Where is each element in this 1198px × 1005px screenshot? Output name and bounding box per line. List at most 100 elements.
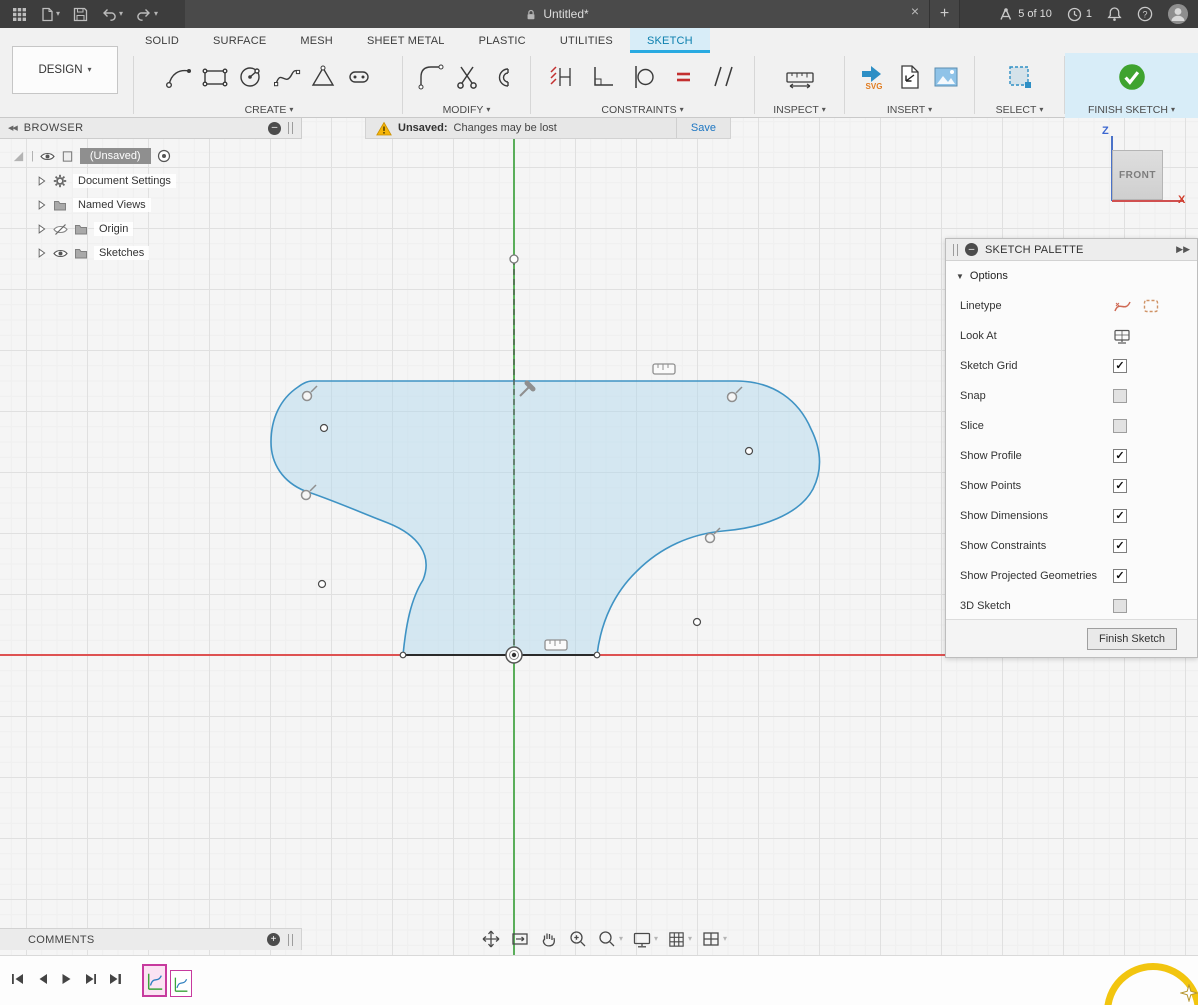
polygon-tool-icon[interactable] bbox=[308, 62, 338, 92]
tab-utilities[interactable]: UTILITIES bbox=[543, 28, 630, 53]
show-dimensions-checkbox[interactable] bbox=[1113, 509, 1127, 523]
sketch-dimension-icon[interactable] bbox=[548, 62, 578, 92]
equal-constraint-icon[interactable] bbox=[668, 62, 698, 92]
step-back-icon[interactable] bbox=[36, 972, 49, 986]
show-constraints-checkbox[interactable] bbox=[1113, 539, 1127, 553]
look-at-icon[interactable] bbox=[1113, 328, 1131, 345]
tree-item-label[interactable]: Sketches bbox=[94, 246, 149, 260]
skip-to-end-icon[interactable] bbox=[108, 972, 123, 986]
browser-row-document-settings[interactable]: Document Settings bbox=[36, 171, 176, 191]
comments-bar[interactable]: COMMENTS + bbox=[0, 928, 302, 950]
browser-root-row[interactable]: | (Unsaved) bbox=[12, 146, 171, 166]
tab-sheet-metal[interactable]: SHEET METAL bbox=[350, 28, 462, 53]
tangent-constraint-tool-icon[interactable] bbox=[628, 62, 658, 92]
viewcube-front-face[interactable]: FRONT bbox=[1112, 150, 1163, 200]
display-settings-icon[interactable]: ▾ bbox=[632, 930, 658, 949]
circle-tool-icon[interactable] bbox=[236, 62, 266, 92]
construction-linetype-icon[interactable] bbox=[1113, 297, 1132, 315]
modeling-canvas[interactable]: Z FRONT X Unsaved: Changes may be lost S… bbox=[0, 118, 1198, 955]
tree-item-label[interactable]: Document Settings bbox=[73, 174, 176, 188]
viewports-icon[interactable]: ▾ bbox=[701, 930, 727, 948]
slice-checkbox[interactable] bbox=[1113, 419, 1127, 433]
close-tab-icon[interactable]: × bbox=[911, 4, 919, 18]
spline-tool-icon[interactable] bbox=[272, 62, 302, 92]
dimension-ruler-icon[interactable] bbox=[545, 640, 567, 650]
sketch-origin-point[interactable] bbox=[506, 647, 522, 663]
show-profile-checkbox[interactable] bbox=[1113, 449, 1127, 463]
browser-row-sketches[interactable]: Sketches bbox=[36, 243, 149, 263]
rectangle-tool-icon[interactable] bbox=[200, 62, 230, 92]
sketch-palette-header[interactable]: – SKETCH PALETTE ▶▶ bbox=[946, 239, 1197, 261]
parallel-constraint-icon[interactable] bbox=[708, 62, 738, 92]
zoom-window-icon[interactable] bbox=[568, 929, 588, 949]
play-icon[interactable] bbox=[60, 972, 73, 986]
tab-mesh[interactable]: MESH bbox=[283, 28, 350, 53]
perpendicular-constraint-icon[interactable] bbox=[588, 62, 618, 92]
pan-icon[interactable] bbox=[539, 929, 559, 949]
collapse-browser-icon[interactable]: ◀◀ bbox=[8, 124, 17, 132]
centerline-linetype-icon[interactable] bbox=[1142, 297, 1161, 315]
select-tool-icon[interactable] bbox=[1005, 62, 1035, 92]
finish-sketch-button[interactable]: Finish Sketch bbox=[1087, 628, 1177, 650]
job-status[interactable]: 5 of 10 bbox=[999, 7, 1052, 22]
visibility-eye-icon[interactable] bbox=[40, 150, 55, 163]
create-dropdown[interactable]: CREATE▾ bbox=[245, 101, 294, 118]
timeline-sketch-feature[interactable] bbox=[170, 970, 192, 997]
activate-component-icon[interactable] bbox=[157, 149, 171, 163]
browser-splitter-handle[interactable] bbox=[288, 122, 293, 134]
add-comment-icon[interactable]: + bbox=[267, 933, 280, 946]
dimension-ruler-icon[interactable] bbox=[653, 364, 675, 374]
insert-dxf-icon[interactable] bbox=[895, 62, 925, 92]
options-section-toggle[interactable]: ▼ Options bbox=[946, 261, 1197, 291]
tab-plastic[interactable]: PLASTIC bbox=[462, 28, 543, 53]
orbit-icon[interactable] bbox=[481, 929, 501, 949]
expand-arrow-icon[interactable] bbox=[36, 199, 47, 211]
hide-browser-icon[interactable]: – bbox=[268, 122, 281, 135]
finish-sketch-dropdown[interactable]: FINISH SKETCH▾ bbox=[1088, 101, 1175, 118]
palette-splitter-handle[interactable] bbox=[953, 244, 958, 256]
comments-splitter-handle[interactable] bbox=[288, 934, 293, 946]
expand-arrow-icon[interactable] bbox=[36, 175, 47, 187]
constraints-dropdown[interactable]: CONSTRAINTS▾ bbox=[601, 101, 683, 118]
undo-icon[interactable]: ▾ bbox=[101, 7, 123, 21]
tab-sketch[interactable]: SKETCH bbox=[630, 28, 710, 53]
visibility-off-eye-icon[interactable] bbox=[53, 223, 68, 236]
sketch-profile[interactable] bbox=[271, 381, 820, 655]
redo-icon[interactable]: ▾ bbox=[136, 7, 158, 21]
look-at-icon[interactable] bbox=[510, 930, 530, 948]
tab-surface[interactable]: SURFACE bbox=[196, 28, 283, 53]
timeline-sketch-feature-selected[interactable] bbox=[142, 964, 167, 997]
zoom-icon[interactable]: ▾ bbox=[597, 929, 623, 949]
file-menu-icon[interactable]: ▾ bbox=[40, 7, 60, 22]
sketch-grid-checkbox[interactable] bbox=[1113, 359, 1127, 373]
grid-settings-icon[interactable]: ▾ bbox=[667, 930, 692, 949]
show-points-checkbox[interactable] bbox=[1113, 479, 1127, 493]
insert-canvas-icon[interactable] bbox=[931, 62, 961, 92]
collapse-palette-icon[interactable]: ▶▶ bbox=[1176, 244, 1190, 255]
construction-endpoint[interactable] bbox=[510, 255, 518, 263]
browser-row-named-views[interactable]: Named Views bbox=[36, 195, 151, 215]
measure-tool-icon[interactable] bbox=[784, 62, 816, 92]
step-forward-icon[interactable] bbox=[84, 972, 97, 986]
snap-checkbox[interactable] bbox=[1113, 389, 1127, 403]
help-icon[interactable]: ? bbox=[1137, 6, 1153, 22]
visibility-eye-icon[interactable] bbox=[53, 247, 68, 260]
save-link[interactable]: Save bbox=[676, 118, 730, 138]
browser-row-origin[interactable]: Origin bbox=[36, 219, 133, 239]
root-document-label[interactable]: (Unsaved) bbox=[80, 148, 151, 164]
skip-to-start-icon[interactable] bbox=[10, 972, 25, 986]
inspect-dropdown[interactable]: INSPECT▾ bbox=[773, 101, 826, 118]
tree-item-label[interactable]: Origin bbox=[94, 222, 133, 236]
insert-svg-icon[interactable]: SVG bbox=[859, 62, 889, 92]
tab-solid[interactable]: SOLID bbox=[128, 28, 196, 53]
save-icon[interactable] bbox=[73, 7, 88, 22]
document-tab[interactable]: Untitled* × bbox=[185, 0, 930, 28]
finish-sketch-icon[interactable] bbox=[1116, 61, 1148, 93]
trim-tool-icon[interactable] bbox=[452, 62, 482, 92]
app-grid-menu-icon[interactable] bbox=[12, 7, 27, 22]
line-tool-icon[interactable] bbox=[164, 62, 194, 92]
expand-arrow-icon[interactable] bbox=[36, 247, 47, 259]
tree-item-label[interactable]: Named Views bbox=[73, 198, 151, 212]
hide-palette-icon[interactable]: – bbox=[965, 243, 978, 256]
user-avatar[interactable] bbox=[1168, 4, 1188, 24]
